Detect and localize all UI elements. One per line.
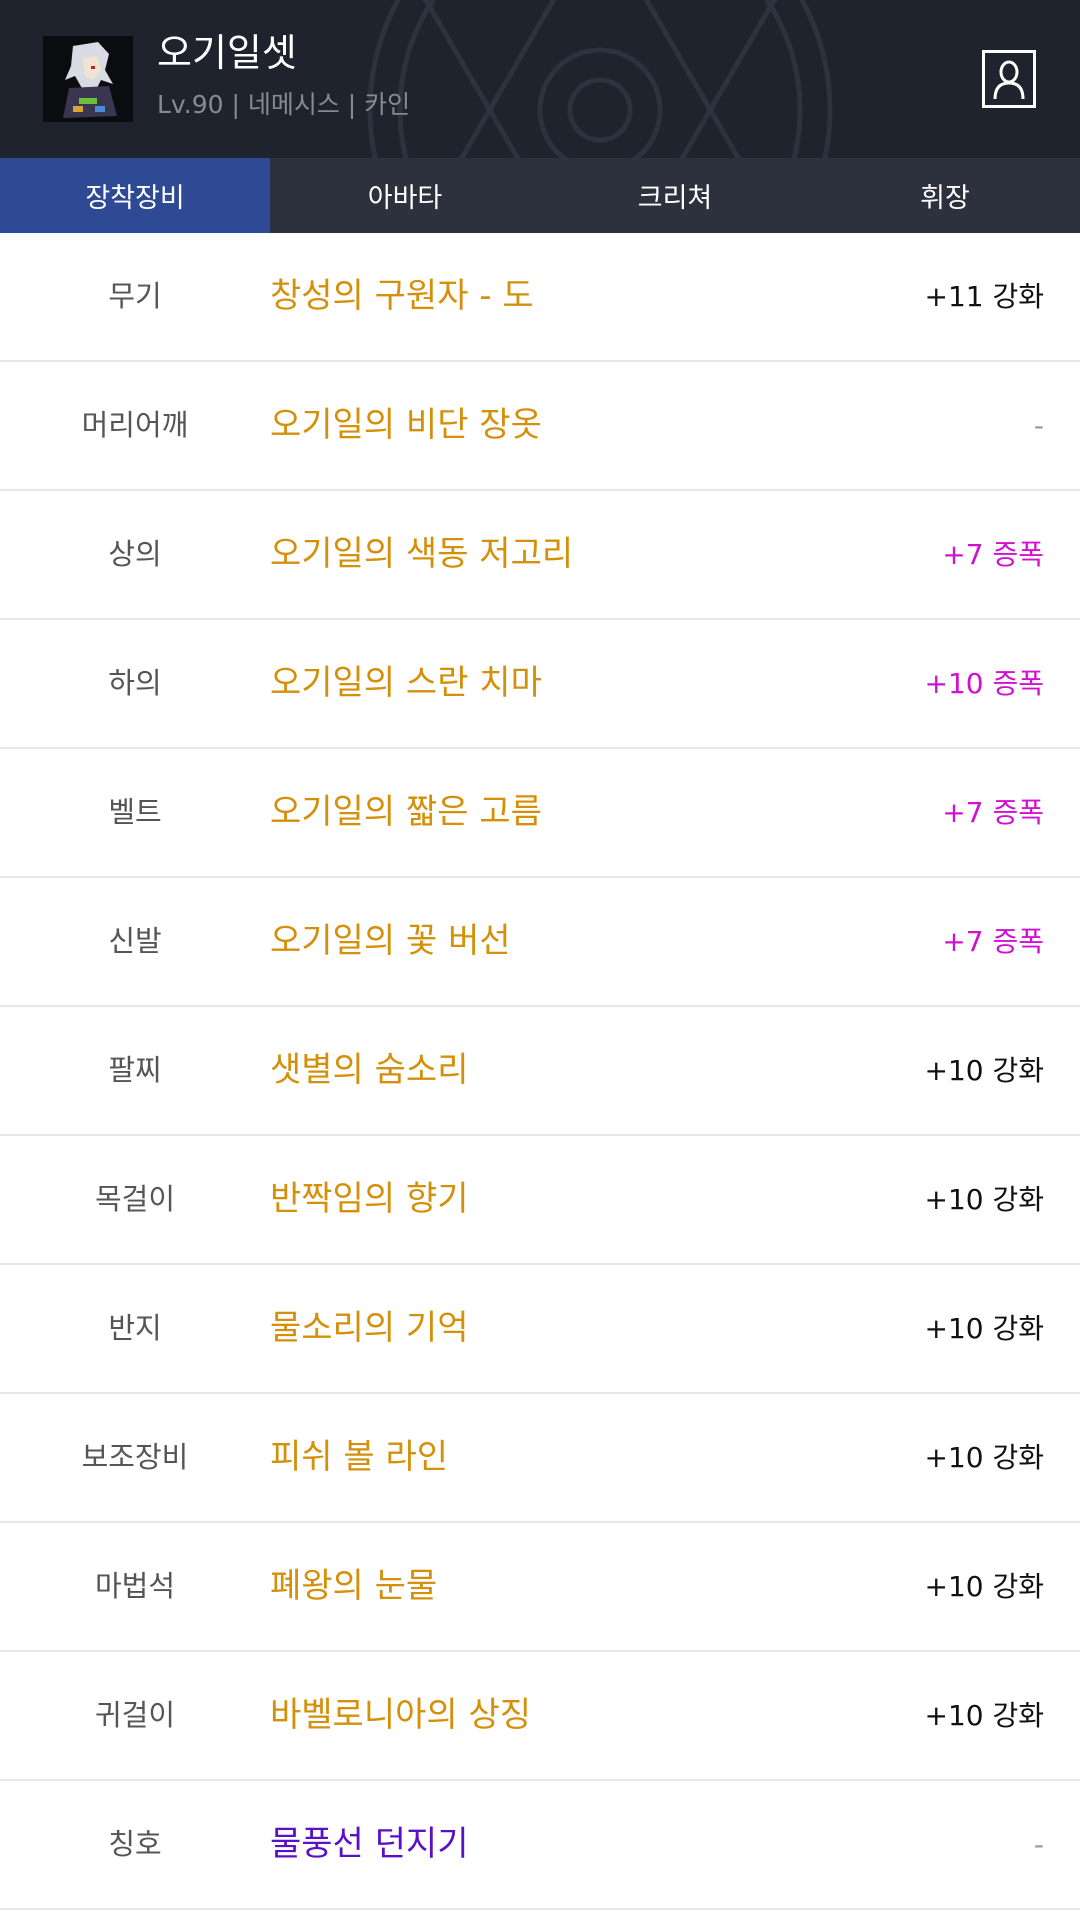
profile-header: 오기일셋 Lv.90 | 네메시스 | 카인 bbox=[0, 0, 1080, 158]
item-name: 물소리의 기억 bbox=[270, 1308, 469, 1348]
character-portrait-icon bbox=[43, 36, 133, 122]
slot-label: 보조장비 bbox=[81, 1440, 189, 1474]
item-upgrade: +10 강화 bbox=[924, 1570, 1044, 1603]
item-upgrade: +10 증폭 bbox=[924, 667, 1044, 700]
profile-button[interactable] bbox=[982, 50, 1036, 108]
slot-label: 하의 bbox=[108, 666, 162, 700]
slot-label: 무기 bbox=[108, 279, 162, 313]
pentagram-background-icon bbox=[367, 0, 833, 158]
slot-label: 칭호 bbox=[108, 1827, 162, 1861]
tab-creature[interactable]: 크리쳐 bbox=[540, 158, 810, 233]
slot-label: 머리어깨 bbox=[81, 408, 189, 442]
equipment-row-bracelet[interactable]: 팔찌 샛별의 숨소리 +10 강화 bbox=[0, 1007, 1080, 1136]
item-name: 오기일의 비단 장옷 bbox=[270, 405, 542, 445]
equipment-row-weapon[interactable]: 무기 창성의 구원자 - 도 +11 강화 bbox=[0, 233, 1080, 362]
equipment-row-belt[interactable]: 벨트 오기일의 짧은 고름 +7 증폭 bbox=[0, 749, 1080, 878]
item-upgrade: +10 강화 bbox=[924, 1699, 1044, 1732]
item-name: 물풍선 던지기 bbox=[270, 1824, 469, 1864]
character-name: 오기일셋 bbox=[157, 31, 297, 75]
item-name: 바벨로니아의 상징 bbox=[270, 1695, 532, 1735]
item-name: 샛별의 숨소리 bbox=[270, 1050, 469, 1090]
equipment-list: 무기 창성의 구원자 - 도 +11 강화 머리어깨 오기일의 비단 장옷 - … bbox=[0, 233, 1080, 1910]
slot-label: 신발 bbox=[108, 924, 162, 958]
item-name: 반짝임의 향기 bbox=[270, 1179, 469, 1219]
slot-label: 목걸이 bbox=[94, 1182, 176, 1216]
equipment-row-top[interactable]: 상의 오기일의 색동 저고리 +7 증폭 bbox=[0, 491, 1080, 620]
equipment-row-bottom[interactable]: 하의 오기일의 스란 치마 +10 증폭 bbox=[0, 620, 1080, 749]
item-name: 오기일의 스란 치마 bbox=[270, 663, 542, 703]
item-upgrade: - bbox=[1033, 1828, 1044, 1861]
item-name: 오기일의 색동 저고리 bbox=[270, 534, 574, 574]
item-upgrade: +10 강화 bbox=[924, 1054, 1044, 1087]
equipment-row-ring[interactable]: 반지 물소리의 기억 +10 강화 bbox=[0, 1265, 1080, 1394]
equipment-row-necklace[interactable]: 목걸이 반짝임의 향기 +10 강화 bbox=[0, 1136, 1080, 1265]
item-upgrade: - bbox=[1033, 409, 1044, 442]
item-name: 피쉬 볼 라인 bbox=[270, 1437, 449, 1477]
character-info: Lv.90 | 네메시스 | 카인 bbox=[157, 90, 411, 119]
person-icon bbox=[993, 60, 1025, 100]
item-upgrade: +11 강화 bbox=[924, 280, 1044, 313]
slot-label: 상의 bbox=[108, 537, 162, 571]
equipment-row-title[interactable]: 칭호 물풍선 던지기 - bbox=[0, 1781, 1080, 1910]
equipment-row-support[interactable]: 보조장비 피쉬 볼 라인 +10 강화 bbox=[0, 1394, 1080, 1523]
tab-equipped-gear[interactable]: 장착장비 bbox=[0, 158, 270, 233]
character-avatar[interactable] bbox=[43, 36, 133, 122]
equipment-row-magic-stone[interactable]: 마법석 폐왕의 눈물 +10 강화 bbox=[0, 1523, 1080, 1652]
tab-bar: 장착장비 아바타 크리쳐 휘장 bbox=[0, 158, 1080, 233]
item-name: 오기일의 꽃 버선 bbox=[270, 921, 511, 961]
slot-label: 마법석 bbox=[94, 1569, 176, 1603]
slot-label: 반지 bbox=[108, 1311, 162, 1345]
item-upgrade: +7 증폭 bbox=[942, 796, 1044, 829]
item-name: 오기일의 짧은 고름 bbox=[270, 792, 542, 832]
item-upgrade: +10 강화 bbox=[924, 1183, 1044, 1216]
slot-label: 벨트 bbox=[108, 795, 162, 829]
equipment-row-shoes[interactable]: 신발 오기일의 꽃 버선 +7 증폭 bbox=[0, 878, 1080, 1007]
item-upgrade: +7 증폭 bbox=[942, 538, 1044, 571]
tab-avatar[interactable]: 아바타 bbox=[270, 158, 540, 233]
equipment-row-earring[interactable]: 귀걸이 바벨로니아의 상징 +10 강화 bbox=[0, 1652, 1080, 1781]
item-name: 폐왕의 눈물 bbox=[270, 1566, 438, 1606]
equipment-row-head-shoulder[interactable]: 머리어깨 오기일의 비단 장옷 - bbox=[0, 362, 1080, 491]
item-upgrade: +10 강화 bbox=[924, 1441, 1044, 1474]
item-upgrade: +10 강화 bbox=[924, 1312, 1044, 1345]
item-upgrade: +7 증폭 bbox=[942, 925, 1044, 958]
item-name: 창성의 구원자 - 도 bbox=[270, 276, 534, 316]
slot-label: 팔찌 bbox=[108, 1053, 162, 1087]
slot-label: 귀걸이 bbox=[94, 1698, 176, 1732]
tab-insignia[interactable]: 휘장 bbox=[810, 158, 1080, 233]
